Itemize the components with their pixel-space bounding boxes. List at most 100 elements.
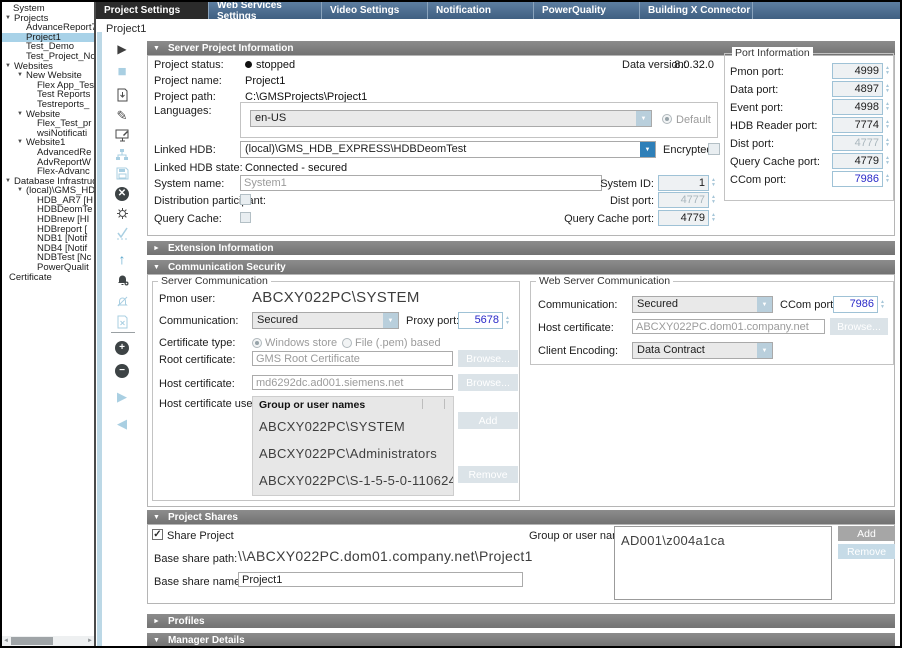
pmon-port-value[interactable]: 4999 [832,63,883,79]
tree-item-system[interactable]: System [2,4,94,14]
communication-dropdown[interactable]: Secured ▼ [252,312,399,329]
stop-project-icon[interactable]: ■ [103,65,141,79]
spinner-arrows-icon[interactable]: ▲▼ [883,99,890,115]
linked-hdb-dropdown[interactable]: (local)\GMS_HDB_EXPRESS\HDBDeomTest ▼ [240,141,656,158]
root-certificate-input[interactable]: GMS Root Certificate [252,351,453,366]
spinner-arrows-icon[interactable]: ▲▼ [883,135,890,151]
tree-item-hdb-ar7-h[interactable]: HDB_AR7 [H [2,196,94,206]
proxy-port-stepper[interactable]: 5678 ▲▼ [458,312,510,329]
ccom-port-value[interactable]: 7986 [832,171,883,187]
share-user-row[interactable]: AD001\z004a1ca [615,527,831,554]
add-icon[interactable]: + [103,341,141,355]
dropdown-arrow-icon[interactable]: ▼ [383,313,398,328]
spinner-arrows-icon[interactable]: ▲▼ [883,171,890,187]
client-encoding-dropdown[interactable]: Data Contract ▼ [632,342,773,359]
section-header-extension-information[interactable]: ► Extension Information [147,241,895,255]
spinner-arrows-icon[interactable]: ▲▼ [883,153,890,169]
collapse-arrow-icon[interactable]: ▼ [153,637,160,644]
tree-item-ndbtest-nc[interactable]: NDBTest [Nc [2,253,94,263]
scroll-left-icon[interactable]: ◄ [2,638,10,644]
tab-web-services-settings[interactable]: Web Services Settings [209,2,322,19]
hdb-reader-port-value[interactable]: 7774 [832,117,883,133]
delete-icon[interactable]: ✕ [103,187,141,201]
remove-document-icon[interactable] [103,315,141,332]
tree-expander-icon[interactable]: ▼ [17,138,26,148]
system-id-stepper[interactable]: 1 ▲▼ [658,175,716,191]
panel-splitter[interactable] [97,32,102,646]
tree-item-hdbreport[interactable]: HDBreport [ [2,225,94,235]
section-header-profiles[interactable]: ► Profiles [147,614,895,628]
dist-port-stepper[interactable]: 4777 ▲▼ [658,192,716,208]
encrypted-checkbox[interactable] [708,143,720,155]
tree-item-ndb4-notif[interactable]: NDB4 [Notif [2,244,94,254]
export-project-icon[interactable] [103,88,141,105]
tree-horizontal-scrollbar[interactable]: ◄ ► [2,636,94,646]
start-project-icon[interactable]: ▶ [103,42,141,56]
spinner-arrows-icon[interactable]: ▲▼ [709,192,716,208]
dropdown-arrow-icon[interactable]: ▼ [636,111,651,126]
dropdown-arrow-icon[interactable]: ▼ [757,343,772,358]
pmon-port-stepper[interactable]: 4999▲▼ [832,63,890,79]
tree-item-website1[interactable]: ▼Website1 [2,138,94,148]
web-host-certificate-input[interactable]: ABCXY022PC.dom01.company.net [632,319,825,334]
tab-video-settings[interactable]: Video Settings [322,2,428,19]
tree-item-project1[interactable]: Project1 [2,33,94,43]
section-header-manager-details[interactable]: ▼ Manager Details [147,633,895,647]
web-host-certificate-browse-button[interactable]: Browse... [830,318,888,335]
windows-store-radio[interactable] [252,338,262,348]
spinner-arrows-icon[interactable]: ▲▼ [709,210,716,226]
event-port-value[interactable]: 4998 [832,99,883,115]
file-pem-radio[interactable] [342,338,352,348]
tree-item-testreports[interactable]: Testreports_ [2,100,94,110]
event-port-stepper[interactable]: 4998▲▼ [832,99,890,115]
query-cache-port-stepper[interactable]: 4779 ▲▼ [658,210,716,226]
spinner-arrows-icon[interactable]: ▲▼ [883,117,890,133]
default-language-radio[interactable] [662,114,672,124]
web-communication-dropdown[interactable]: Secured ▼ [632,296,773,313]
query-cache-port-value[interactable]: 4779 [658,210,709,226]
notification-disabled-icon[interactable] [103,295,141,311]
spinner-arrows-icon[interactable]: ▲▼ [883,81,890,97]
remove-share-user-button[interactable]: Remove [838,544,895,559]
verify-connection-icon[interactable] [103,227,141,243]
tree-item-wsinotificati[interactable]: wsiNotificati [2,129,94,139]
tree-item-new-website[interactable]: ▼New Website [2,71,94,81]
project-settings-icon[interactable] [103,207,141,223]
save-icon[interactable] [103,167,141,183]
collapse-arrow-icon[interactable]: ▼ [153,264,160,271]
remove-icon[interactable]: − [103,364,141,378]
tree-item-website[interactable]: ▼Website [2,110,94,120]
tree-item-projects[interactable]: ▼Projects [2,14,94,24]
query-cache-port-value[interactable]: 4779 [832,153,883,169]
tab-building-x-connector[interactable]: Building X Connector [640,2,753,19]
edit-pen-icon[interactable]: ✎ [103,109,141,123]
tree-item-ndb1-notif[interactable]: NDB1 [Notif [2,234,94,244]
expand-arrow-icon[interactable]: ► [153,618,160,625]
ccom-port-value[interactable]: 7986 [833,296,878,313]
tree-expander-icon[interactable]: ▼ [17,71,26,81]
query-cache-port-stepper[interactable]: 4779▲▼ [832,153,890,169]
tree-item-hdbnew-hi[interactable]: HDBnew [HI [2,215,94,225]
expand-arrow-icon[interactable]: ► [153,245,160,252]
tree-expander-icon[interactable]: ▼ [17,186,26,196]
spinner-arrows-icon[interactable]: ▲▼ [878,296,885,313]
base-share-name-input[interactable]: Project1 [238,572,523,587]
back-icon[interactable]: ◀ [103,417,141,431]
data-port-stepper[interactable]: 4897▲▼ [832,81,890,97]
tree-item-powerqualit[interactable]: PowerQualit [2,263,94,273]
tree-item-test-reports[interactable]: Test Reports [2,90,94,100]
collapse-arrow-icon[interactable]: ▼ [153,45,160,52]
notification-settings-icon[interactable] [103,273,141,289]
network-icon[interactable] [103,148,141,164]
dropdown-arrow-icon[interactable]: ▼ [757,297,772,312]
certificate-user-row[interactable]: ABCXY022PC\SYSTEM [253,413,453,440]
tab-notification[interactable]: Notification [428,2,534,19]
certificate-user-row[interactable]: ABCXY022PC\S-1-5-5-0-1106249 [253,467,453,494]
collapse-arrow-icon[interactable]: ▼ [153,514,160,521]
tree-expander-icon[interactable]: ▼ [5,177,14,187]
share-users-list[interactable]: AD001\z004a1ca [614,526,832,600]
monitor-edit-icon[interactable] [103,129,141,145]
tree-item-test-demo[interactable]: Test_Demo [2,42,94,52]
tree-item-local-gms-hdi[interactable]: ▼(local)\GMS_HDI [2,186,94,196]
spinner-arrows-icon[interactable]: ▲▼ [883,63,890,79]
